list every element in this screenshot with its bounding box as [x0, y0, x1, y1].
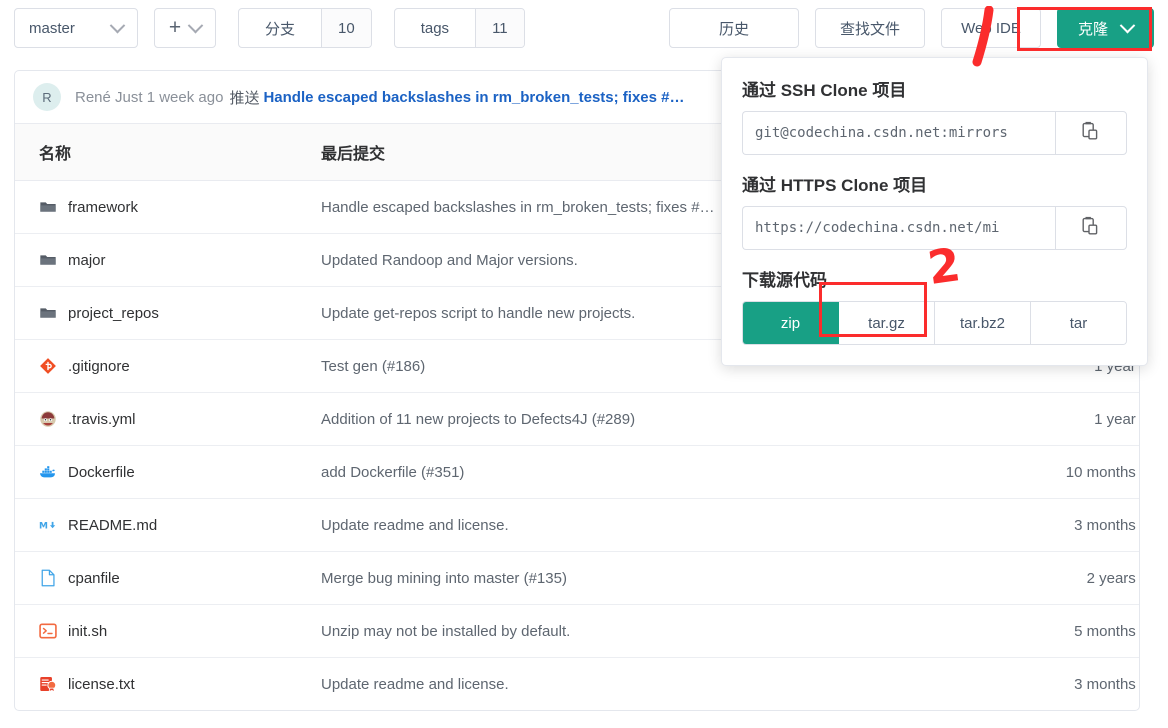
https-url-input[interactable]: [742, 206, 1055, 250]
tags-count: 11: [475, 9, 524, 47]
file-name-cell: major: [15, 233, 317, 287]
chevron-down-icon: [1119, 17, 1136, 33]
table-row[interactable]: cpanfile Merge bug mining into master (#1…: [15, 551, 1139, 605]
chevron-down-icon: [187, 17, 204, 33]
file-name-link[interactable]: init.sh: [68, 623, 107, 640]
file-name-cell: project_repos: [15, 286, 317, 340]
clipboard-icon: [1082, 121, 1100, 146]
commit-message-link[interactable]: Handle escaped backslashes in rm_broken_…: [263, 89, 684, 106]
table-row[interactable]: init.sh Unzip may not be installed by def…: [15, 604, 1139, 658]
file-name-cell: cpanfile: [15, 551, 317, 605]
commit-time-cell: 1 year ago: [979, 392, 1139, 446]
file-name-link[interactable]: major: [68, 252, 106, 269]
svg-text:M: M: [39, 521, 48, 531]
find-file-label: 查找文件: [839, 20, 900, 38]
file-name-link[interactable]: cpanfile: [68, 570, 120, 587]
commit-message-cell[interactable]: Merge bug mining into master (#135): [317, 551, 979, 605]
file-name-cell: M README.md: [15, 498, 317, 552]
file-name-cell: Dockerfile: [15, 445, 317, 499]
download-format-zip-button[interactable]: zip: [743, 302, 839, 344]
file-icon: [39, 569, 57, 587]
file-name-link[interactable]: .gitignore: [68, 358, 130, 375]
file-name-link[interactable]: project_repos: [68, 305, 159, 322]
shell-icon: [39, 622, 57, 640]
https-clone-row: [742, 206, 1127, 250]
commit-time: 1 week ago: [146, 88, 224, 106]
plus-icon: +: [168, 15, 182, 39]
copy-ssh-url-button[interactable]: [1055, 111, 1127, 155]
commit-time-cell: 3 months ago: [979, 498, 1139, 552]
web-ide-label: Web IDE: [961, 19, 1021, 37]
https-clone-title: 通过 HTTPS Clone 项目: [742, 176, 928, 195]
commit-message-cell[interactable]: Unzip may not be installed by default.: [317, 604, 979, 658]
commit-time-cell: 3 months ago: [1074, 675, 1139, 693]
download-format-group: zip tar.gz tar.bz2 tar: [742, 301, 1127, 345]
ssh-url-input[interactable]: [742, 111, 1055, 155]
add-new-button[interactable]: +: [154, 8, 216, 48]
chevron-down-icon: [109, 17, 126, 33]
file-name-cell: framework: [15, 180, 317, 234]
commit-author[interactable]: René Just: [75, 89, 143, 106]
history-button[interactable]: 历史: [668, 8, 799, 48]
column-header-name[interactable]: 名称: [15, 124, 317, 181]
table-row[interactable]: M README.md Update readme and license. 3 mo…: [15, 498, 1139, 552]
clone-dropdown-panel: 通过 SSH Clone 项目 通过 HTTPS Clone 项目: [721, 57, 1148, 366]
file-name-cell: .gitignore: [15, 339, 317, 393]
folder-icon: [39, 304, 57, 322]
file-name-link[interactable]: README.md: [68, 517, 157, 534]
gitignore-icon: [39, 357, 57, 375]
commit-time-cell: 10 months ago: [979, 445, 1139, 499]
download-format-tar-bz2-button[interactable]: tar.bz2: [935, 302, 1031, 344]
download-source-title: 下载源代码: [742, 271, 827, 290]
clone-label: 克隆: [1077, 20, 1108, 38]
table-row[interactable]: Dockerfile add Dockerfile (#351) 10 months…: [15, 445, 1139, 499]
repository-file-browser: master + 分支 10 tags 11 历史 查找文件 Web IDE 克…: [0, 0, 1168, 728]
branches-count: 10: [321, 9, 371, 47]
branches-label: 分支: [265, 20, 296, 38]
file-name-cell: .travis.yml: [15, 392, 317, 446]
avatar: R: [33, 83, 61, 111]
branch-selector[interactable]: master: [14, 8, 138, 48]
download-format-tar-button[interactable]: tar: [1031, 302, 1126, 344]
license-icon: [39, 675, 57, 693]
repo-toolbar: master + 分支 10 tags 11 历史 查找文件 Web IDE 克…: [14, 6, 1154, 50]
branches-button[interactable]: 分支 10: [238, 8, 372, 48]
branch-selector-label: master: [29, 19, 75, 37]
table-row[interactable]: .travis.yml Addition of 11 new projects t…: [15, 392, 1139, 446]
docker-icon: [39, 463, 57, 481]
file-name-link[interactable]: Dockerfile: [68, 464, 135, 481]
find-file-button[interactable]: 查找文件: [814, 8, 925, 48]
folder-icon: [39, 251, 57, 269]
file-name-cell: license.txt: [15, 658, 317, 711]
file-name-cell: init.sh: [15, 604, 317, 658]
file-name-link[interactable]: .travis.yml: [68, 411, 136, 428]
commit-action-label: 推送: [229, 89, 260, 107]
copy-https-url-button[interactable]: [1055, 206, 1127, 250]
file-name-link[interactable]: license.txt: [68, 676, 135, 693]
table-row[interactable]: license.txt Update readme and license. 3 m…: [15, 658, 1139, 711]
ssh-clone-title: 通过 SSH Clone 项目: [742, 81, 907, 100]
file-name-link[interactable]: framework: [68, 199, 138, 216]
ssh-clone-row: [742, 111, 1127, 155]
history-label: 历史: [718, 20, 749, 38]
clone-button[interactable]: 克隆: [1056, 8, 1154, 48]
clipboard-icon: [1082, 216, 1100, 241]
markdown-icon: M: [39, 516, 57, 534]
travis-icon: [39, 410, 57, 428]
tags-label: tags: [420, 19, 450, 37]
folder-icon: [39, 198, 57, 216]
commit-time-cell: 5 months ago: [979, 604, 1139, 658]
commit-time-cell: 2 years ago: [979, 551, 1139, 605]
commit-message-cell[interactable]: add Dockerfile (#351): [317, 445, 979, 499]
commit-message-cell[interactable]: Addition of 11 new projects to Defects4J…: [317, 392, 979, 446]
web-ide-button[interactable]: Web IDE: [940, 8, 1041, 48]
tags-button[interactable]: tags 11: [393, 8, 525, 48]
download-format-tar-gz-button[interactable]: tar.gz: [839, 302, 935, 344]
commit-message-cell[interactable]: Update readme and license.: [317, 498, 979, 552]
commit-message-cell[interactable]: Update readme and license.: [317, 658, 979, 711]
